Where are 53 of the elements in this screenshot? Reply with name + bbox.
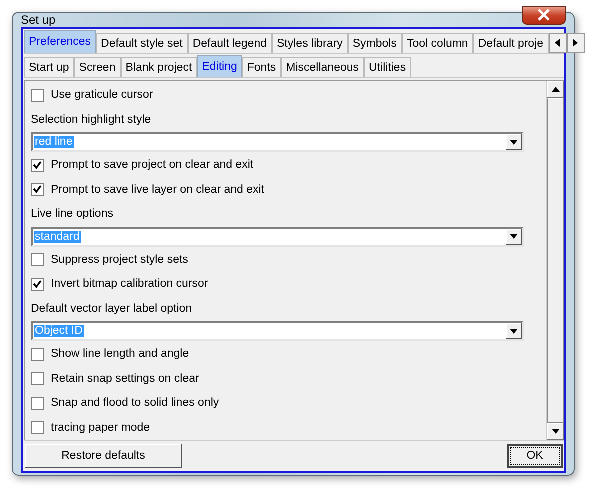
close-icon [537, 9, 551, 21]
tab[interactable]: Default proje [473, 33, 549, 53]
tab[interactable]: Tool column [402, 33, 474, 53]
checkbox[interactable] [31, 372, 44, 386]
scroll-left-button[interactable] [548, 33, 567, 53]
tab[interactable]: Start up [24, 57, 74, 77]
tab[interactable]: Fonts [242, 57, 282, 77]
tab[interactable]: Editing [197, 55, 242, 77]
down-arrow-icon [552, 429, 560, 434]
checkbox-label: Snap and flood to solid lines only [51, 397, 220, 410]
checkbox-label: Prompt to save project on clear and exit [51, 159, 254, 172]
tab[interactable]: Utilities [364, 57, 412, 77]
checkbox[interactable] [31, 348, 44, 361]
checkbox-label: tracing paper mode [51, 422, 150, 434]
window-title: Set up [21, 13, 56, 27]
caret-icon [510, 140, 518, 144]
checkbox[interactable] [31, 88, 44, 102]
dropdown-button[interactable] [506, 134, 522, 150]
restore-defaults-button[interactable]: Restore defaults [25, 444, 182, 468]
field-label: Live line options [31, 208, 114, 220]
checkbox-label: Suppress project style sets [51, 254, 188, 266]
right-arrow-icon [572, 39, 579, 47]
tab[interactable]: Blank project [120, 57, 198, 77]
up-arrow-icon [552, 87, 560, 92]
checkbox[interactable] [31, 278, 44, 291]
tab[interactable]: Preferences [24, 30, 96, 53]
checkbox-label: Invert bitmap calibration cursor [51, 278, 208, 290]
checkbox[interactable] [31, 183, 44, 196]
tab[interactable]: Default style set [96, 33, 188, 53]
dropdown-button[interactable] [506, 228, 522, 244]
checkbox[interactable] [31, 158, 44, 172]
ok-button[interactable]: OK [507, 444, 563, 468]
left-arrow-icon [554, 39, 561, 47]
checkbox-label: Prompt to save live layer on clear and exit [51, 184, 264, 196]
tab[interactable]: Styles library [272, 33, 348, 53]
checkbox-label: Show line length and angle [51, 348, 190, 360]
tab[interactable]: Screen [74, 57, 121, 77]
scroll-right-button[interactable] [566, 33, 585, 53]
tab[interactable]: Default legend [188, 33, 272, 53]
field-label: Default vector layer label option [31, 302, 192, 315]
checkbox-label: Use graticule cursor [51, 89, 154, 102]
checkbox[interactable] [31, 421, 44, 434]
caret-icon [510, 328, 518, 334]
field-label: Selection highlight style [31, 114, 152, 126]
tab[interactable]: Symbols [348, 33, 402, 53]
scrollbar[interactable] [546, 81, 564, 440]
checkbox[interactable] [31, 396, 44, 410]
dropdown-button[interactable] [506, 323, 522, 339]
tab[interactable]: Miscellaneous [281, 57, 364, 77]
checkbox[interactable] [31, 253, 44, 266]
checkbox-label: Retain snap settings on clear [51, 372, 200, 385]
caret-icon [510, 234, 518, 239]
close-button[interactable] [522, 6, 566, 24]
